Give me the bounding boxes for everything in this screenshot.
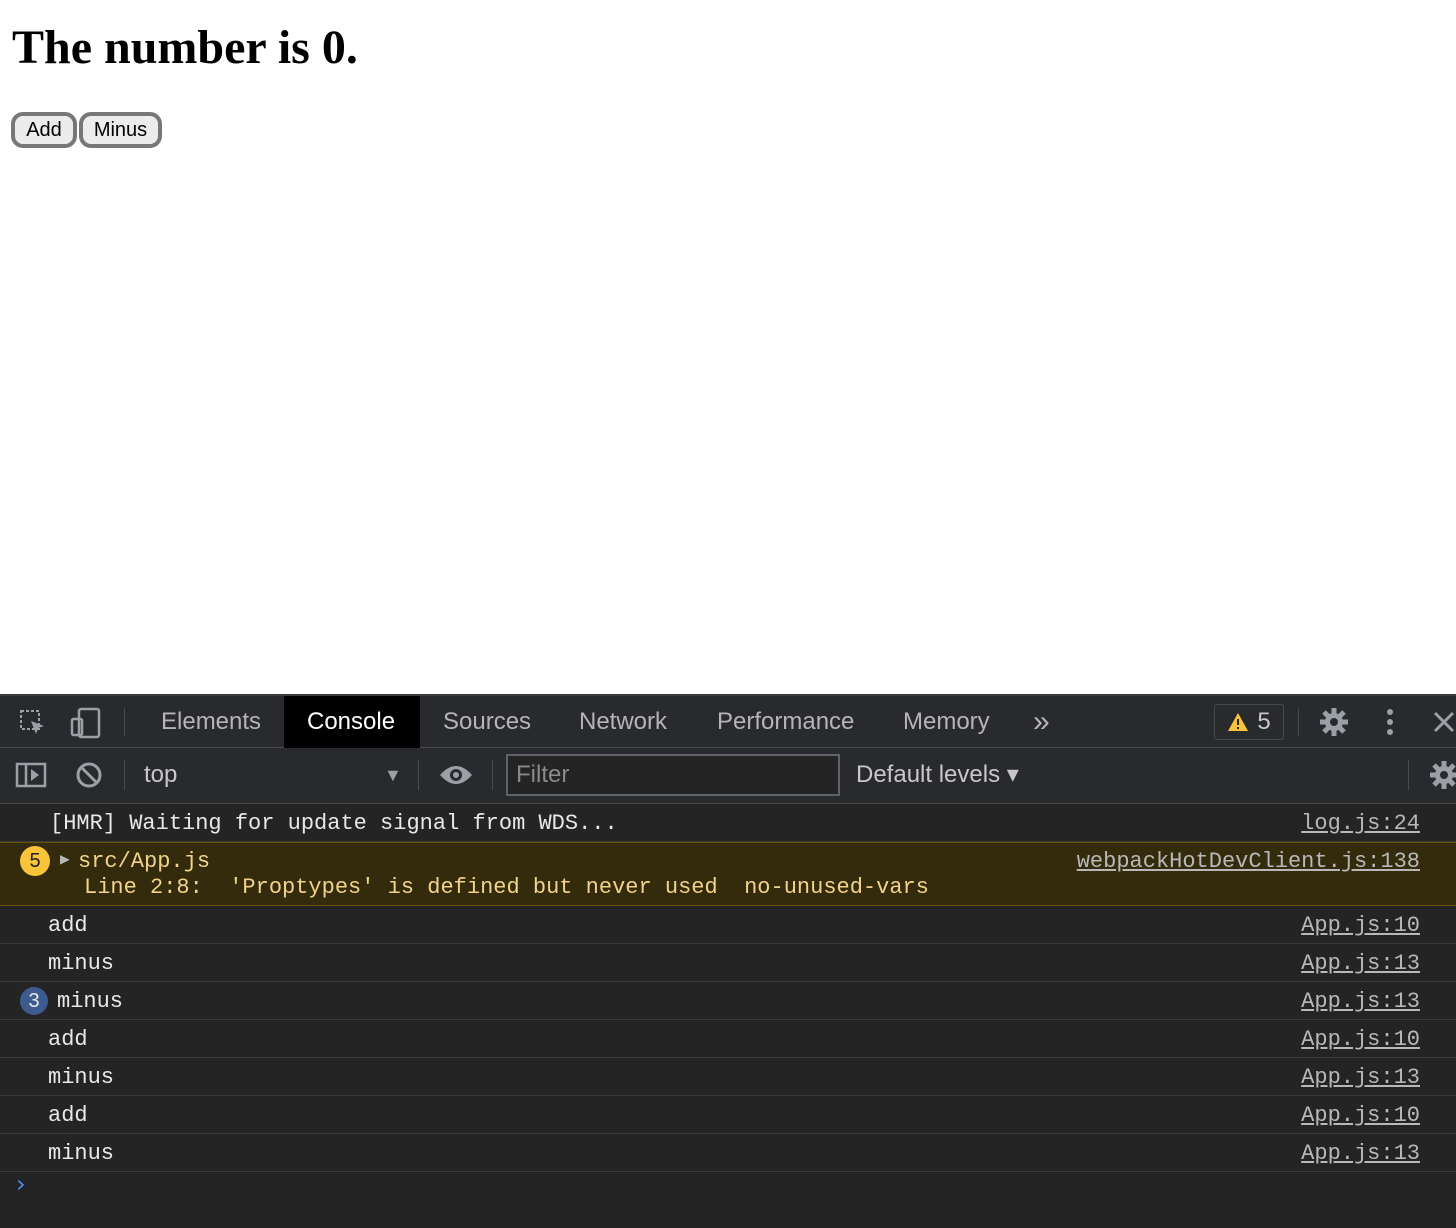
clear-console-icon[interactable] (72, 758, 106, 792)
warning-icon (1227, 712, 1249, 732)
tab-console[interactable]: Console (284, 696, 420, 748)
console-source-link[interactable]: App.js:13 (1301, 1141, 1420, 1166)
app-page: The number is 0. Add Minus (0, 0, 1456, 694)
warning-count-badge: 5 (20, 846, 50, 876)
console-output: [HMR] Waiting for update signal from WDS… (0, 804, 1456, 1228)
console-source-link[interactable]: App.js:13 (1301, 1065, 1420, 1090)
console-message: [HMR] Waiting for update signal from WDS… (0, 804, 1456, 842)
console-source-link[interactable]: App.js:10 (1301, 1103, 1420, 1128)
kebab-menu-icon[interactable] (1378, 704, 1402, 740)
tab-elements[interactable]: Elements (138, 696, 284, 748)
devtools-panel: Elements Console Sources Network Perform… (0, 694, 1456, 1228)
warning-count-button[interactable]: 5 (1214, 704, 1284, 740)
tab-sources[interactable]: Sources (420, 696, 554, 748)
more-tabs-button[interactable]: » (1010, 696, 1073, 748)
devtools-tabbar: Elements Console Sources Network Perform… (0, 694, 1456, 748)
console-message-text: minus (48, 1141, 115, 1166)
inspect-element-icon[interactable] (16, 706, 50, 740)
console-warning: 5 ▶ src/App.js Line 2:8: 'Proptypes' is … (0, 842, 1456, 906)
add-button[interactable]: Add (11, 112, 77, 148)
console-toolbar: top ▼ Default levels ▾ (0, 748, 1456, 804)
device-toolbar-icon[interactable] (68, 706, 104, 740)
eye-icon[interactable] (436, 758, 476, 792)
console-message-text: minus (57, 989, 124, 1014)
console-message-text: minus (48, 1065, 115, 1090)
console-message-text: [HMR] Waiting for update signal from WDS… (50, 811, 618, 836)
console-source-link[interactable]: log.js:24 (1301, 811, 1420, 836)
console-message: minus App.js:13 (0, 944, 1456, 982)
filter-input[interactable] (506, 754, 840, 796)
console-message: minus App.js:13 (0, 1058, 1456, 1096)
tab-memory[interactable]: Memory (880, 696, 1013, 748)
console-message-text: add (48, 913, 88, 938)
repeat-count-badge: 3 (20, 987, 48, 1015)
console-message: minus App.js:13 (0, 1134, 1456, 1172)
close-icon[interactable] (1432, 708, 1456, 736)
console-source-link[interactable]: App.js:13 (1301, 989, 1420, 1014)
tab-network[interactable]: Network (556, 696, 690, 748)
console-settings-icon[interactable] (1428, 758, 1456, 792)
sidebar-toggle-icon[interactable] (14, 758, 48, 792)
page-heading: The number is 0. (12, 21, 358, 74)
console-source-link[interactable]: App.js:13 (1301, 951, 1420, 976)
console-source-link[interactable]: webpackHotDevClient.js:138 (1077, 849, 1420, 874)
settings-icon[interactable] (1316, 704, 1352, 740)
console-source-link[interactable]: App.js:10 (1301, 1027, 1420, 1052)
console-message: add App.js:10 (0, 1020, 1456, 1058)
log-levels-dropdown[interactable]: Default levels ▾ (856, 748, 1019, 802)
console-message-text: minus (48, 951, 115, 976)
console-message-text: add (48, 1103, 88, 1128)
tab-performance[interactable]: Performance (694, 696, 877, 748)
console-warning-detail: Line 2:8: 'Proptypes' is defined but nev… (84, 875, 929, 900)
console-message: 3 minus App.js:13 (0, 982, 1456, 1020)
console-message: add App.js:10 (0, 906, 1456, 944)
warning-count: 5 (1257, 708, 1271, 735)
console-message-text[interactable]: src/App.js (78, 849, 210, 874)
console-source-link[interactable]: App.js:10 (1301, 913, 1420, 938)
context-selector[interactable]: top (144, 748, 177, 802)
console-message: add App.js:10 (0, 1096, 1456, 1134)
expand-arrow-icon[interactable]: ▶ (60, 849, 70, 869)
console-message-text: add (48, 1027, 88, 1052)
minus-button[interactable]: Minus (79, 112, 162, 148)
context-dropdown-arrow[interactable]: ▼ (384, 748, 402, 802)
console-prompt[interactable]: › (16, 1170, 26, 1198)
